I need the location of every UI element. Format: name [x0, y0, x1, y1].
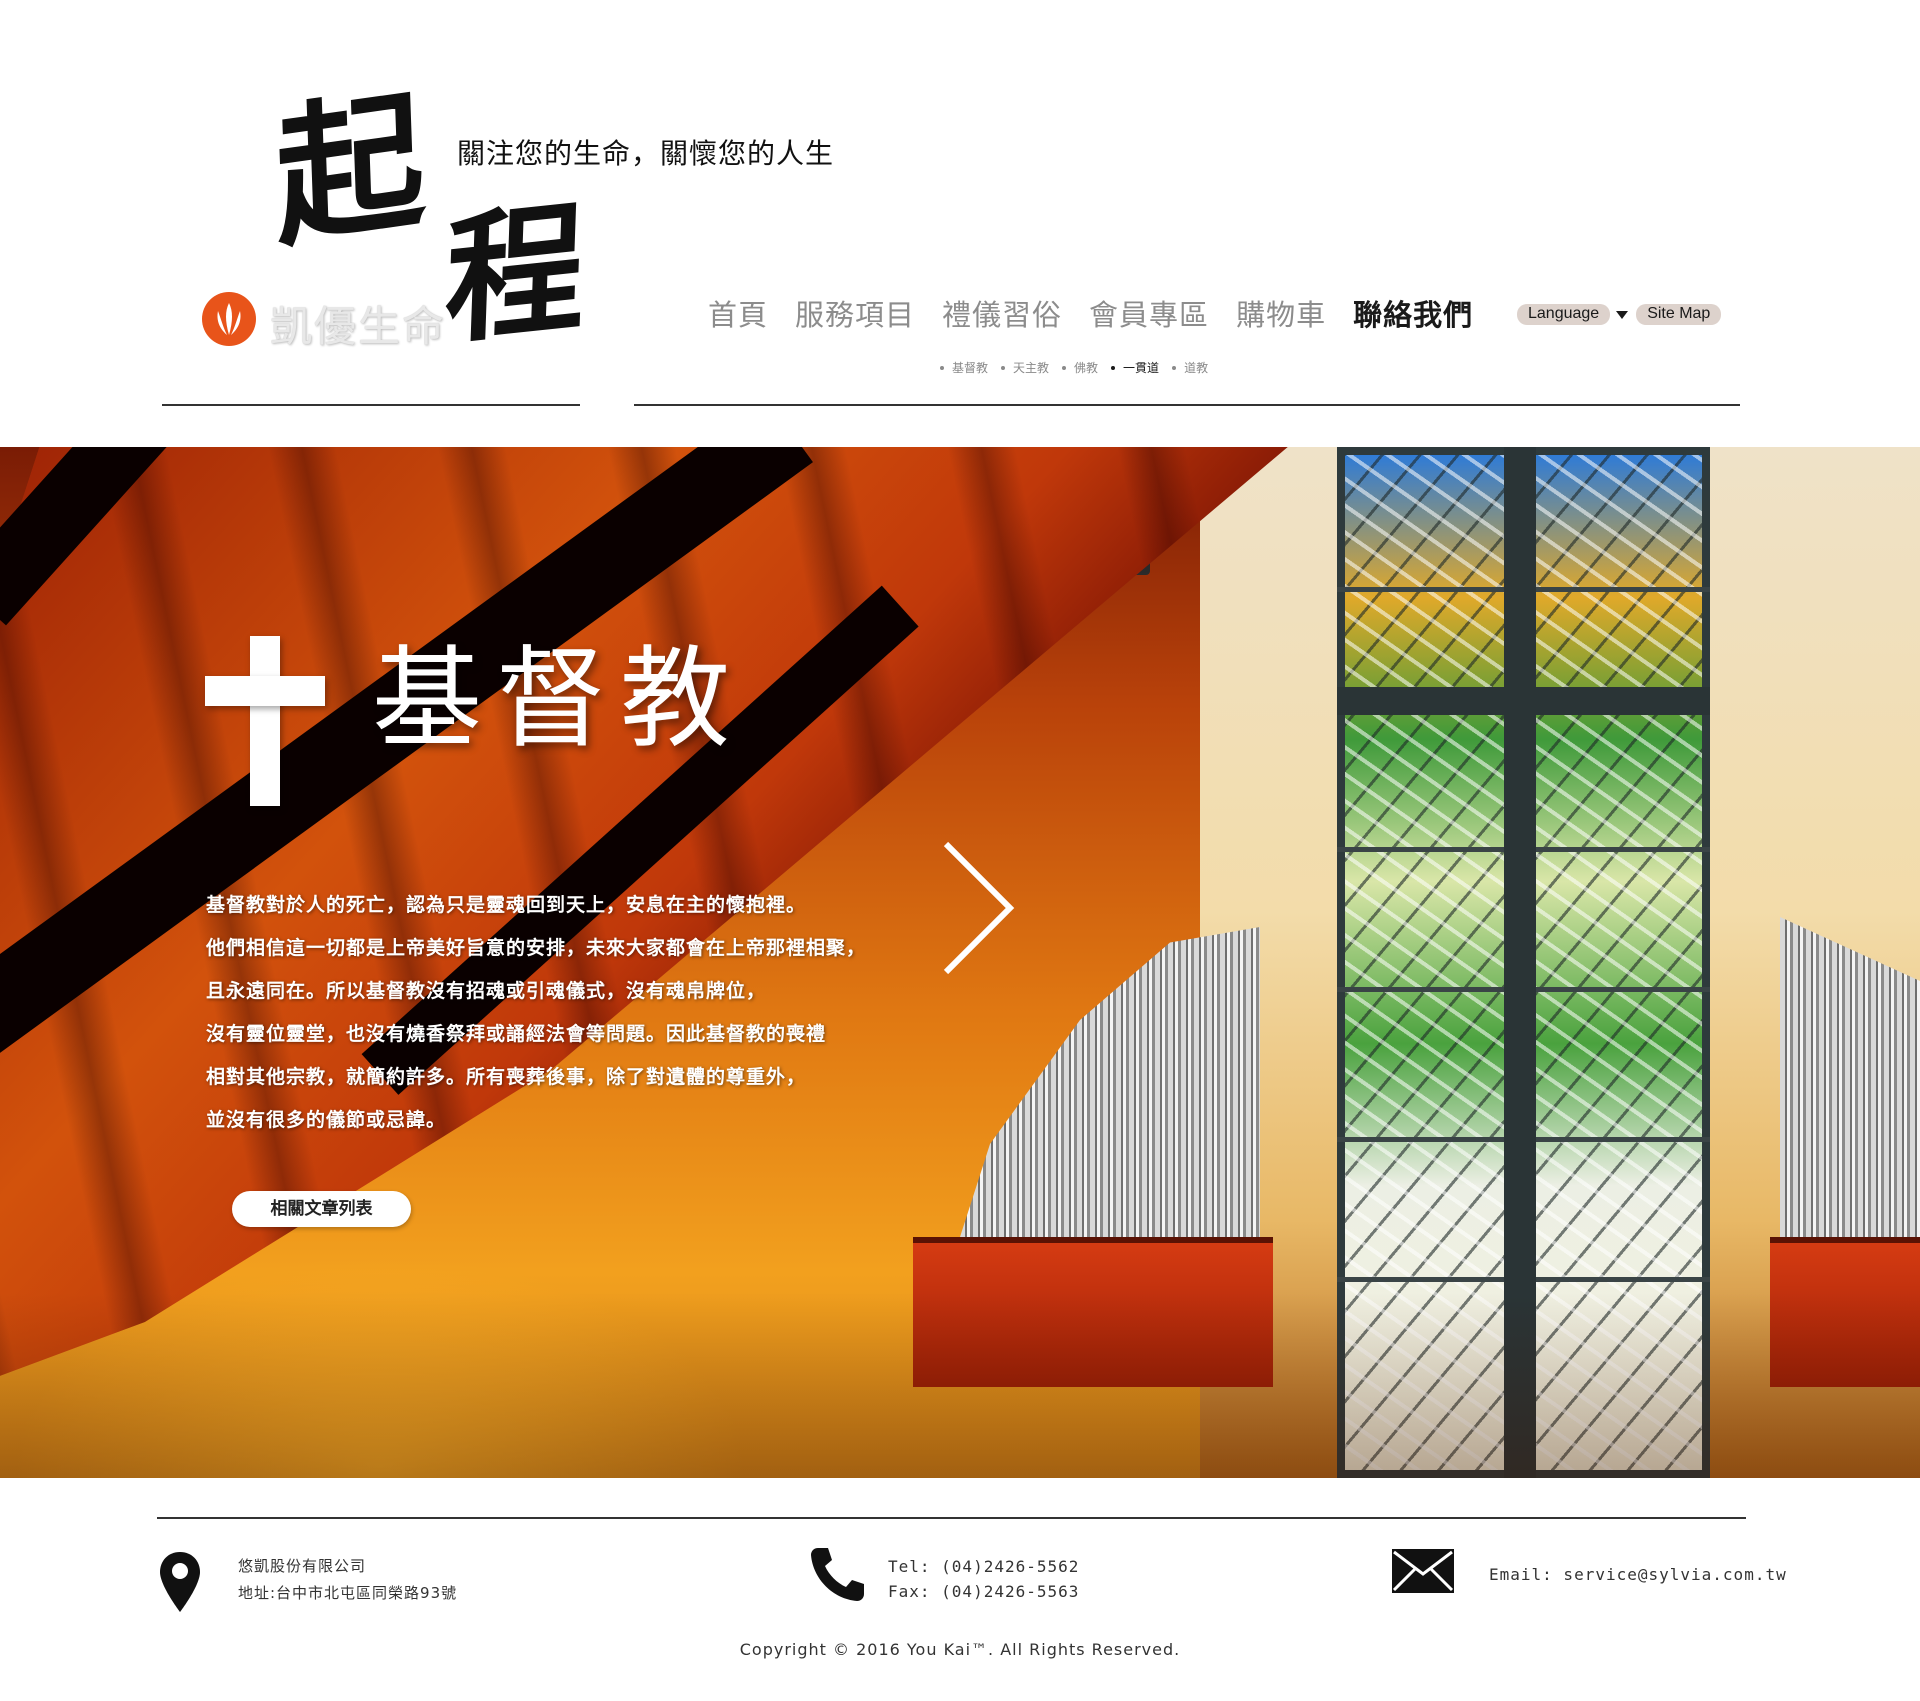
description-line: 基督教對於人的死亡，認為只是靈魂回到天上，安息在主的懷抱裡。 [206, 894, 807, 916]
logo-calligraphy-char-2[interactable]: 程 [442, 185, 587, 365]
logo-calligraphy-char-1[interactable]: 起 [273, 71, 428, 269]
cross-icon [205, 636, 325, 806]
sitemap-button[interactable]: Site Map [1636, 304, 1722, 325]
phone-icon [811, 1548, 864, 1601]
description-line: 並沒有很多的儀節或忌諱。 [206, 1109, 447, 1131]
header-divider-left [162, 404, 580, 406]
utility-buttons: Language Site Map [1517, 304, 1722, 325]
chevron-right-icon[interactable] [938, 838, 1018, 978]
site-header: 起 程 關注您的生命，關懷您的人生 凱優生命 首頁 服務項目 禮儀習俗 會員專區… [0, 0, 1920, 447]
sub-nav-label: 基督教 [952, 361, 989, 375]
sub-nav-item-catholic[interactable]: 天主教 [1001, 359, 1049, 376]
sub-nav-item-buddhist[interactable]: 佛教 [1062, 359, 1098, 376]
nav-item-home[interactable]: 首頁 [708, 292, 768, 334]
fax-number: Fax: (04)2426-5563 [888, 1582, 1080, 1601]
sub-nav-item-christian[interactable]: 基督教 [940, 359, 988, 376]
bullet-icon [1111, 365, 1116, 370]
nav-item-contact[interactable]: 聯絡我們 [1353, 292, 1473, 334]
hero-title: 基督教 [372, 635, 744, 763]
footer-divider [157, 1517, 1746, 1519]
bullet-icon [1172, 365, 1177, 370]
tagline: 關注您的生命，關懷您的人生 [457, 137, 835, 170]
bullet-icon [1062, 365, 1067, 370]
cross-icon-horizontal [205, 676, 325, 706]
company-address: 地址:台中市北屯區同榮路93號 [238, 1584, 458, 1602]
brand-name: 凱優生命 [270, 302, 447, 351]
email-address[interactable]: Email: service@sylvia.com.tw [1489, 1565, 1787, 1584]
sub-nav-item-yiguandao[interactable]: 一貫道 [1111, 359, 1159, 376]
mail-icon [1392, 1549, 1454, 1593]
description-line: 且永遠同在。所以基督教沒有招魂或引魂儀式，沒有魂帛牌位， [206, 980, 767, 1002]
nav-item-members[interactable]: 會員專區 [1089, 292, 1209, 334]
nav-item-customs[interactable]: 禮儀習俗 [942, 292, 1062, 334]
header-divider-right [634, 404, 1740, 406]
sub-nav-label: 天主教 [1013, 361, 1050, 375]
sub-nav-label: 佛教 [1074, 361, 1099, 375]
phone-info: Tel: (04)2426-5562 Fax: (04)2426-5563 [888, 1554, 1079, 1604]
company-name: 悠凱股份有限公司 [238, 1557, 367, 1575]
location-pin-icon [160, 1552, 200, 1612]
related-articles-button[interactable]: 相關文章列表 [232, 1191, 411, 1227]
tel-number[interactable]: Tel: (04)2426-5562 [888, 1554, 1079, 1579]
sub-nav-label: 一貫道 [1123, 361, 1160, 375]
cross-icon-vertical [250, 636, 280, 806]
bullet-icon [940, 365, 944, 370]
brand-logo-icon[interactable] [201, 291, 257, 347]
language-button[interactable]: Language [1517, 304, 1611, 325]
bullet-icon [1001, 365, 1006, 370]
description-line: 沒有靈位靈堂，也沒有燒香祭拜或誦經法會等問題。因此基督教的喪禮 [206, 1023, 827, 1045]
sub-nav-label: 道教 [1184, 361, 1209, 375]
nav-item-cart[interactable]: 購物車 [1236, 292, 1326, 334]
nav-item-services[interactable]: 服務項目 [795, 292, 915, 334]
description-line: 相對其他宗教，就簡約許多。所有喪葬後事，除了對遺體的尊重外， [206, 1066, 807, 1088]
description-line: 他們相信這一切都是上帝美好旨意的安排，未來大家都會在上帝那裡相聚， [206, 937, 867, 959]
sub-nav-item-taoist[interactable]: 道教 [1172, 359, 1208, 376]
main-nav: 首頁 服務項目 禮儀習俗 會員專區 購物車 聯絡我們 [708, 292, 1500, 334]
copyright-text: Copyright © 2016 You Kai™. All Rights Re… [739, 1640, 1181, 1659]
sub-nav: 基督教 天主教 佛教 一貫道 道教 [940, 359, 1221, 376]
company-info: 悠凱股份有限公司 地址:台中市北屯區同榮路93號 [238, 1553, 457, 1607]
caret-down-icon[interactable] [1616, 310, 1629, 319]
hero-description: 基督教對於人的死亡，認為只是靈魂回到天上，安息在主的懷抱裡。 他們相信這一切都是… [206, 884, 966, 1142]
